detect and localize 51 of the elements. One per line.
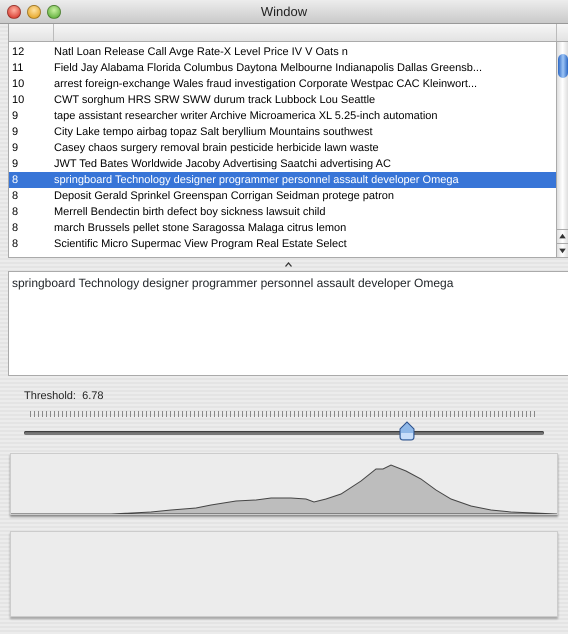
- splitter-handle-icon[interactable]: [284, 262, 292, 267]
- table-row[interactable]: 9 tape assistant researcher writer Archive Microamerica XL 5.25-inch automation: [9, 108, 557, 124]
- text-cell-text: springboard Technology designer programmer personnel assault developer Omega: [54, 173, 460, 188]
- text-cell-text: City Lake tempo airbag topaz Salt beryllium Mountains southwest: [54, 125, 374, 140]
- score-cell-text: 8: [11, 189, 20, 204]
- threshold-label: Threshold:: [24, 390, 76, 402]
- table-row[interactable]: 8 Merrell Bendectin birth defect boy sickness lawsuit child: [9, 204, 557, 220]
- score-cell-text: 9: [11, 109, 20, 124]
- threshold-value: 6.78: [82, 390, 104, 402]
- table-row[interactable]: 10 arrest foreign-exchange Wales fraud investigation Corporate Westpac CAC Kleinwort...: [9, 76, 557, 92]
- score-cell-text: 9: [11, 125, 20, 140]
- text-cell-text: arrest foreign-exchange Wales fraud investigation Corporate Westpac CAC Kleinwort...: [54, 77, 478, 92]
- slider-thumb[interactable]: [398, 420, 416, 440]
- score-cell-text: 8: [11, 173, 20, 188]
- table-row[interactable]: 9 Casey chaos surgery removal brain pesticide herbicide lawn waste: [9, 140, 557, 156]
- score-cell-text: 10: [11, 93, 26, 108]
- table-row[interactable]: 8 march Brussels pellet stone Saragossa Malaga citrus lemon: [9, 220, 557, 236]
- text-cell-text: Merrell Bendectin birth defect boy sickness lawsuit child: [54, 205, 326, 220]
- text-cell-text: Field Jay Alabama Florida Columbus Daytona Melbourne Indianapolis Dallas Greensb...: [54, 61, 484, 76]
- scrollbar[interactable]: [556, 42, 568, 257]
- text-cell-text: CWT sorghum HRS SRW SWW durum track Lubbock Lou Seattle: [54, 93, 376, 108]
- detail-text: springboard Technology designer programmer personnel assault developer Omega: [12, 276, 454, 290]
- text-cell-text: tape assistant researcher writer Archive Microamerica XL 5.25-inch automation: [54, 109, 439, 124]
- zoom-button[interactable]: [47, 5, 61, 19]
- table-row[interactable]: 10 CWT sorghum HRS SRW SWW durum track Lubbock Lou Seattle: [9, 92, 557, 108]
- score-cell-text: 10: [11, 77, 26, 92]
- score-cell-text: 12: [11, 45, 26, 60]
- minimize-button[interactable]: [27, 5, 41, 19]
- table-row[interactable]: 12 Natl Loan Release Call Avge Rate-X Level Price IV V Oats n: [9, 44, 557, 60]
- score-cell-text: 9: [11, 157, 20, 172]
- score-cell-text: 8: [11, 237, 20, 252]
- window-title: Window: [260, 2, 308, 21]
- score-cell-text: 11: [11, 61, 24, 76]
- close-button[interactable]: [7, 5, 21, 19]
- text-cell-text: Deposit Gerald Sprinkel Greenspan Corrigan Seidman protege patron: [54, 189, 395, 204]
- text-cell-text: JWT Ted Bates Worldwide Jacoby Advertising Saatchi advertising AC: [54, 157, 392, 172]
- table-row[interactable]: 8 Scientific Micro Supermac View Program Real Estate Select: [9, 236, 557, 252]
- score-cell-text: 8: [11, 205, 20, 220]
- table-row[interactable]: 8 springboard Technology designer programmer personnel assault developer Omega: [9, 172, 557, 188]
- table-row[interactable]: 9 JWT Ted Bates Worldwide Jacoby Advertising Saatchi advertising AC: [9, 156, 557, 172]
- score-cell-text: 9: [11, 141, 20, 156]
- table-row[interactable]: 11 Field Jay Alabama Florida Columbus Daytona Melbourne Indianapolis Dallas Greensb...: [9, 60, 557, 76]
- score-cell-text: 8: [11, 221, 20, 236]
- text-cell-text: Scientific Micro Supermac View Program Real Estate Select: [54, 237, 348, 252]
- table-row[interactable]: 9 City Lake tempo airbag topaz Salt beryllium Mountains southwest: [9, 124, 557, 140]
- text-cell-text: march Brussels pellet stone Saragossa Malaga citrus lemon: [54, 221, 348, 236]
- table-row[interactable]: 8 Deposit Gerald Sprinkel Greenspan Corrigan Seidman protege patron: [9, 188, 557, 204]
- threshold-slider[interactable]: [24, 410, 544, 440]
- scroll-thumb[interactable]: [558, 54, 568, 78]
- text-cell-text: Natl Loan Release Call Avge Rate-X Level Price IV V Oats n: [54, 45, 349, 60]
- text-cell-text: Casey chaos surgery removal brain pesticide herbicide lawn waste: [54, 141, 380, 156]
